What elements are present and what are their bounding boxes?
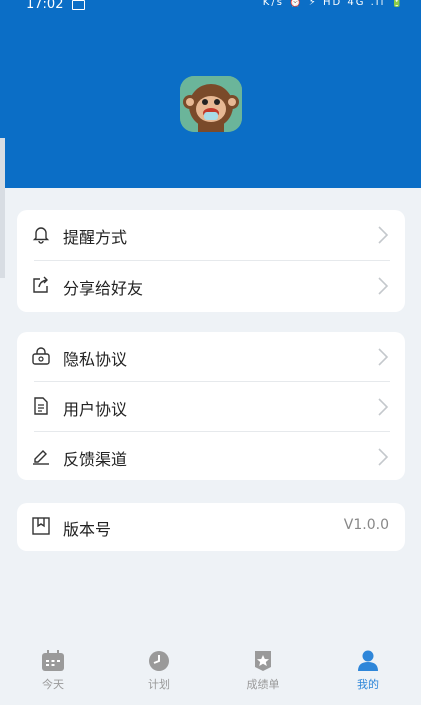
calendar-icon <box>42 650 64 671</box>
status-time: 17:02 <box>26 0 64 12</box>
header: 17:02 K/s ⏰ ⚡ HD 4G .ıl 🔋 <box>0 0 421 188</box>
chevron-right-icon <box>378 348 389 366</box>
tab-plan[interactable]: 计划 <box>129 646 189 696</box>
version-row[interactable]: 版本号 V1.0.0 <box>17 503 405 551</box>
tab-label: 计划 <box>148 678 170 691</box>
status-bar: 17:02 K/s ⏰ ⚡ HD 4G .ıl 🔋 <box>0 0 421 14</box>
avatar[interactable] <box>180 76 242 132</box>
chevron-right-icon <box>378 448 389 466</box>
person-icon <box>358 650 378 671</box>
clock-icon <box>149 651 169 671</box>
menu-item-feedback[interactable]: 反馈渠道 <box>17 432 405 482</box>
tab-label: 成绩单 <box>246 678 280 691</box>
left-edge-strip <box>0 138 5 278</box>
system-icons: K/s ⏰ ⚡ HD 4G .ıl 🔋 <box>262 0 405 8</box>
settings-card-1: 提醒方式 分享给好友 <box>17 210 405 312</box>
menu-item-privacy[interactable]: 隐私协议 <box>17 332 405 382</box>
bookmark-icon <box>32 517 50 535</box>
version-value: V1.0.0 <box>343 517 389 533</box>
bell-icon <box>32 227 50 244</box>
settings-card-2: 隐私协议 用户协议 反馈渠道 <box>17 332 405 480</box>
monkey-avatar-icon <box>180 76 242 132</box>
edit-icon <box>33 450 49 465</box>
bottom-tab-bar: 今天 计划 成绩单 我的 <box>0 640 421 705</box>
chevron-right-icon <box>378 226 389 244</box>
chevron-right-icon <box>378 277 389 295</box>
menu-label: 反馈渠道 <box>63 450 128 469</box>
menu-item-user-agreement[interactable]: 用户协议 <box>17 382 405 432</box>
tab-label: 今天 <box>42 678 64 691</box>
tab-label: 我的 <box>357 678 379 691</box>
tab-today[interactable]: 今天 <box>23 646 83 696</box>
tab-report-card[interactable]: 成绩单 <box>233 646 293 696</box>
menu-label: 用户协议 <box>63 400 128 419</box>
chevron-right-icon <box>378 398 389 416</box>
version-label: 版本号 <box>63 520 112 539</box>
version-card: 版本号 V1.0.0 <box>17 503 405 551</box>
gallery-icon <box>72 0 85 10</box>
menu-label: 提醒方式 <box>63 228 128 247</box>
share-icon <box>33 276 48 293</box>
document-icon <box>34 397 48 415</box>
menu-label: 隐私协议 <box>63 350 128 369</box>
menu-label: 分享给好友 <box>63 279 144 298</box>
menu-item-reminder[interactable]: 提醒方式 <box>17 210 405 260</box>
tab-mine[interactable]: 我的 <box>338 646 398 696</box>
star-badge-icon <box>255 651 271 671</box>
menu-item-share[interactable]: 分享给好友 <box>17 261 405 311</box>
lock-icon <box>32 347 50 365</box>
